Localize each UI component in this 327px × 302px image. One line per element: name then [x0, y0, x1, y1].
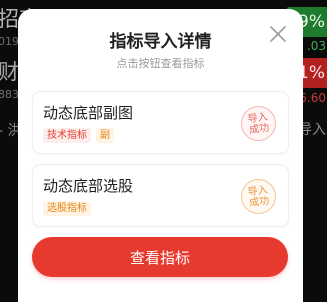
bg-change-value-1: .03: [306, 39, 326, 53]
modal-subtitle: 点击按钮查看指标: [116, 57, 205, 70]
import-details-modal: 指标导入详情 点击按钮查看指标 动态底部副图 技术指标 副 导入 成功 动态底部…: [18, 9, 303, 302]
indicator-tags: 技术指标 副: [43, 128, 114, 143]
bg-change-value-2: 6.60: [299, 91, 326, 105]
bg-stock-code-1: 019: [0, 35, 19, 48]
indicator-card: 动态底部副图 技术指标 副 导入 成功: [32, 91, 289, 154]
stamp-line-2: 成功: [248, 122, 270, 136]
modal-title: 指标导入详情: [109, 32, 212, 52]
tag-sub-chart: 副: [96, 128, 114, 143]
close-button[interactable]: [267, 23, 289, 45]
indicator-name: 动态底部副图: [43, 104, 134, 122]
tag-technical-indicator: 技术指标: [43, 128, 91, 143]
stamp-line-2: 成功: [248, 195, 270, 209]
close-icon: [270, 26, 286, 42]
indicator-name: 动态底部选股: [43, 177, 134, 195]
import-success-stamp: 导入 成功: [238, 176, 279, 217]
indicator-tags: 选股指标: [43, 201, 91, 216]
view-indicators-button[interactable]: 查看指标: [32, 237, 288, 277]
indicator-card: 动态底部选股 选股指标 导入 成功: [32, 164, 289, 227]
bg-stock-code-2: 883: [0, 88, 19, 101]
tag-screener-indicator: 选股指标: [43, 201, 91, 216]
import-success-stamp: 导入 成功: [238, 103, 279, 144]
